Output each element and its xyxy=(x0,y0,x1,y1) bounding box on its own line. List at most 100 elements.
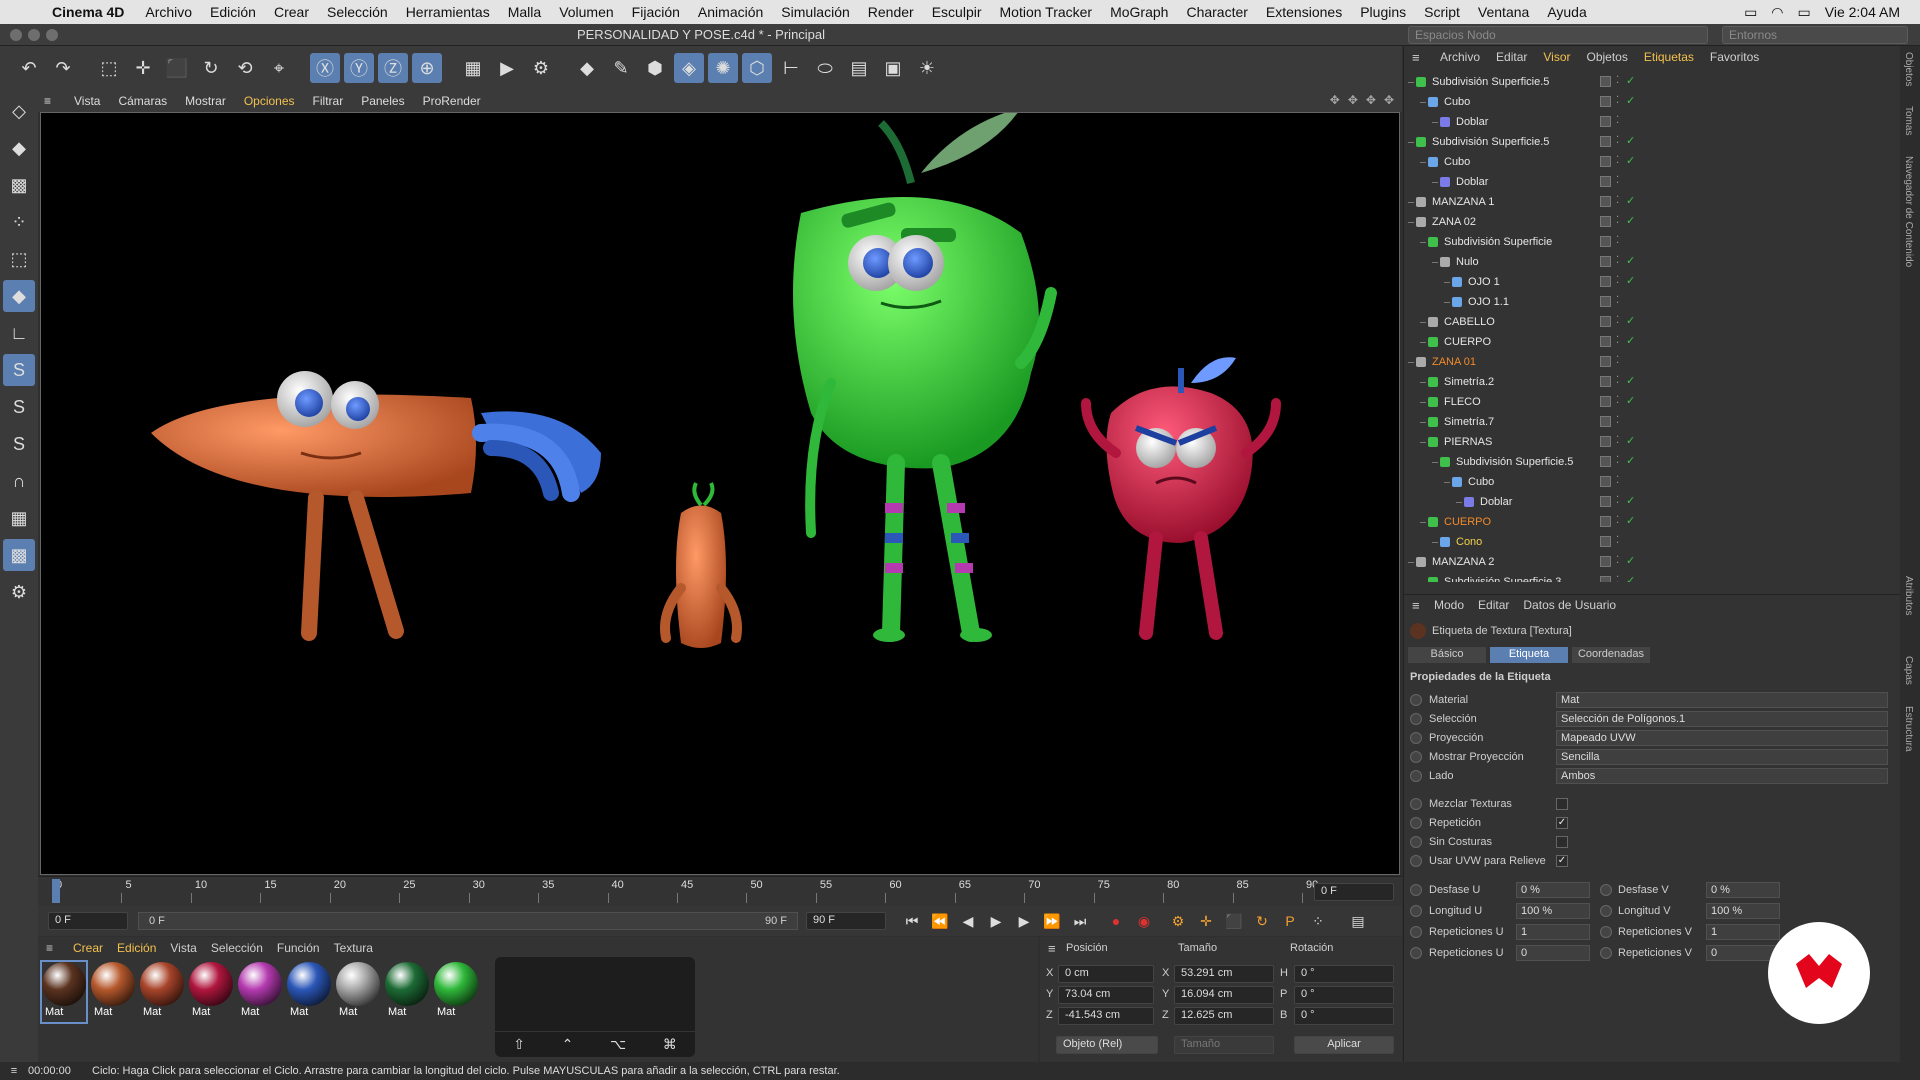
object-row[interactable]: Cono ⁚ xyxy=(1404,532,1884,552)
layer-icon[interactable] xyxy=(1600,456,1611,467)
screen-icon[interactable]: ▭ xyxy=(1744,4,1757,21)
checkbox[interactable]: ✓ xyxy=(1556,855,1568,867)
anim-dot-icon[interactable] xyxy=(1410,770,1422,782)
object-row[interactable]: Subdivisión Superficie.5 ⁚ ✓ xyxy=(1404,452,1884,472)
scale-tool-icon[interactable]: ⬛ xyxy=(162,53,192,83)
viewport-menu-item[interactable]: Mostrar xyxy=(177,94,234,108)
visibility-dots-icon[interactable]: ⁚ xyxy=(1616,195,1619,206)
layer-icon[interactable] xyxy=(1600,156,1611,167)
layer-icon[interactable] xyxy=(1600,136,1611,147)
size-field[interactable]: 53.291 cm xyxy=(1174,965,1274,983)
anim-dot-icon[interactable] xyxy=(1410,817,1422,829)
enabled-check-icon[interactable]: ✓ xyxy=(1626,574,1635,582)
object-row[interactable]: MANZANA 1 ⁚ ✓ xyxy=(1404,192,1884,212)
layer-icon[interactable] xyxy=(1600,536,1611,547)
object-row[interactable]: OJO 1.1 ⁚ xyxy=(1404,292,1884,312)
keyframe-icon[interactable]: ⚙ xyxy=(1166,909,1190,933)
material-menu-item[interactable]: Vista xyxy=(165,941,201,955)
viewport-menu-item[interactable]: Vista xyxy=(66,94,108,108)
material-swatch[interactable]: Mat xyxy=(336,962,380,1022)
clock[interactable]: Vie 2:04 AM xyxy=(1825,4,1900,20)
menu-item[interactable]: Ayuda xyxy=(1538,4,1595,20)
object-row[interactable]: MANZANA 2 ⁚ ✓ xyxy=(1404,552,1884,572)
attr-value[interactable]: 1 xyxy=(1516,924,1590,940)
anim-dot-icon[interactable] xyxy=(1410,732,1422,744)
object-name[interactable]: FLECO xyxy=(1444,396,1481,408)
visibility-dots-icon[interactable]: ⁚ xyxy=(1616,295,1619,306)
attr-value[interactable]: 100 % xyxy=(1706,903,1780,919)
texture-mode-icon[interactable]: ▩ xyxy=(3,169,35,201)
layer-icon[interactable] xyxy=(1600,376,1611,387)
visibility-dots-icon[interactable]: ⁚ xyxy=(1616,535,1619,546)
checkbox[interactable]: ✓ xyxy=(1556,817,1568,829)
material-swatch[interactable]: Mat xyxy=(385,962,429,1022)
menu-item[interactable]: Edición xyxy=(201,4,265,20)
material-swatch[interactable]: Mat xyxy=(189,962,233,1022)
layer-icon[interactable] xyxy=(1600,476,1611,487)
end-frame-field[interactable]: 90 F xyxy=(806,912,886,930)
material-menu-item[interactable]: Selección xyxy=(206,941,268,955)
layer-icon[interactable] xyxy=(1600,216,1611,227)
visibility-dots-icon[interactable]: ⁚ xyxy=(1616,235,1619,246)
render-region-icon[interactable]: ▦ xyxy=(458,53,488,83)
menu-item[interactable]: Script xyxy=(1415,4,1469,20)
layer-icon[interactable] xyxy=(1600,336,1611,347)
object-row[interactable]: Cubo ⁚ ✓ xyxy=(1404,92,1884,112)
visibility-dots-icon[interactable]: ⁚ xyxy=(1616,315,1619,326)
layer-icon[interactable] xyxy=(1600,316,1611,327)
timeline-window-icon[interactable]: ▤ xyxy=(1346,909,1370,933)
hamburger-icon[interactable]: ≡ xyxy=(44,94,64,108)
go-end-icon[interactable]: ⏭ xyxy=(1068,909,1092,933)
attr-value[interactable]: 100 % xyxy=(1516,903,1590,919)
side-tab[interactable]: Atributos xyxy=(1903,576,1914,615)
anim-dot-icon[interactable] xyxy=(1600,947,1612,959)
anim-dot-icon[interactable] xyxy=(1410,836,1422,848)
object-row[interactable]: Doblar ⁚ xyxy=(1404,112,1884,132)
layout-dropdown-right[interactable]: Entornos xyxy=(1722,26,1908,44)
object-row[interactable]: Simetría.7 ⁚ xyxy=(1404,412,1884,432)
object-name[interactable]: CABELLO xyxy=(1444,316,1495,328)
visibility-dots-icon[interactable]: ⁚ xyxy=(1616,435,1619,446)
material-swatch[interactable]: Mat xyxy=(40,960,88,1024)
attr-tab[interactable]: Etiqueta xyxy=(1490,647,1568,663)
next-frame-icon[interactable]: ▶ xyxy=(1012,909,1036,933)
visibility-dots-icon[interactable]: ⁚ xyxy=(1616,335,1619,346)
object-name[interactable]: Cubo xyxy=(1468,476,1494,488)
object-row[interactable]: Subdivisión Superficie.5 ⁚ ✓ xyxy=(1404,132,1884,152)
object-name[interactable]: Subdivisión Superficie.5 xyxy=(1432,76,1549,88)
size-field[interactable]: 12.625 cm xyxy=(1174,1007,1274,1025)
rotate-view-icon[interactable]: ✥ xyxy=(1366,93,1376,107)
move-view-icon[interactable]: ✥ xyxy=(1348,93,1358,107)
attr-tab[interactable]: Coordenadas xyxy=(1572,647,1650,663)
side-tab[interactable]: Capas xyxy=(1903,656,1914,685)
rotation-field[interactable]: 0 ° xyxy=(1294,1007,1394,1025)
object-name[interactable]: Cubo xyxy=(1444,96,1470,108)
object-row[interactable]: ZANA 01 ⁚ xyxy=(1404,352,1884,372)
enabled-check-icon[interactable]: ✓ xyxy=(1626,314,1635,327)
workplane-icon[interactable]: S xyxy=(3,428,35,460)
object-name[interactable]: PIERNAS xyxy=(1444,436,1492,448)
object-name[interactable]: Cono xyxy=(1456,536,1482,548)
cube-icon[interactable]: ◆ xyxy=(572,53,602,83)
visibility-dots-icon[interactable]: ⁚ xyxy=(1616,415,1619,426)
menu-item[interactable]: Plugins xyxy=(1351,4,1415,20)
attr-value[interactable]: Mat xyxy=(1556,692,1888,708)
redo-icon[interactable]: ↷ xyxy=(48,53,78,83)
menu-item[interactable]: Volumen xyxy=(550,4,622,20)
key-rotation-icon[interactable]: ↻ xyxy=(1250,909,1274,933)
side-tab[interactable]: Estructura xyxy=(1903,706,1914,752)
layer-icon[interactable] xyxy=(1600,256,1611,267)
anim-dot-icon[interactable] xyxy=(1410,751,1422,763)
object-name[interactable]: OJO 1.1 xyxy=(1468,296,1509,308)
start-frame-field[interactable]: 0 F xyxy=(48,912,128,930)
side-tab[interactable]: Objetos xyxy=(1903,52,1914,86)
position-field[interactable]: 0 cm xyxy=(1058,965,1154,983)
object-mode-icon[interactable]: ◆ xyxy=(3,132,35,164)
record-icon[interactable]: ● xyxy=(1104,909,1128,933)
snap-icon[interactable]: S xyxy=(3,354,35,386)
grid-icon[interactable]: ▦ xyxy=(3,502,35,534)
anim-dot-icon[interactable] xyxy=(1600,905,1612,917)
visibility-dots-icon[interactable]: ⁚ xyxy=(1616,375,1619,386)
attr-value[interactable]: Sencilla xyxy=(1556,749,1888,765)
object-name[interactable]: Doblar xyxy=(1456,176,1488,188)
